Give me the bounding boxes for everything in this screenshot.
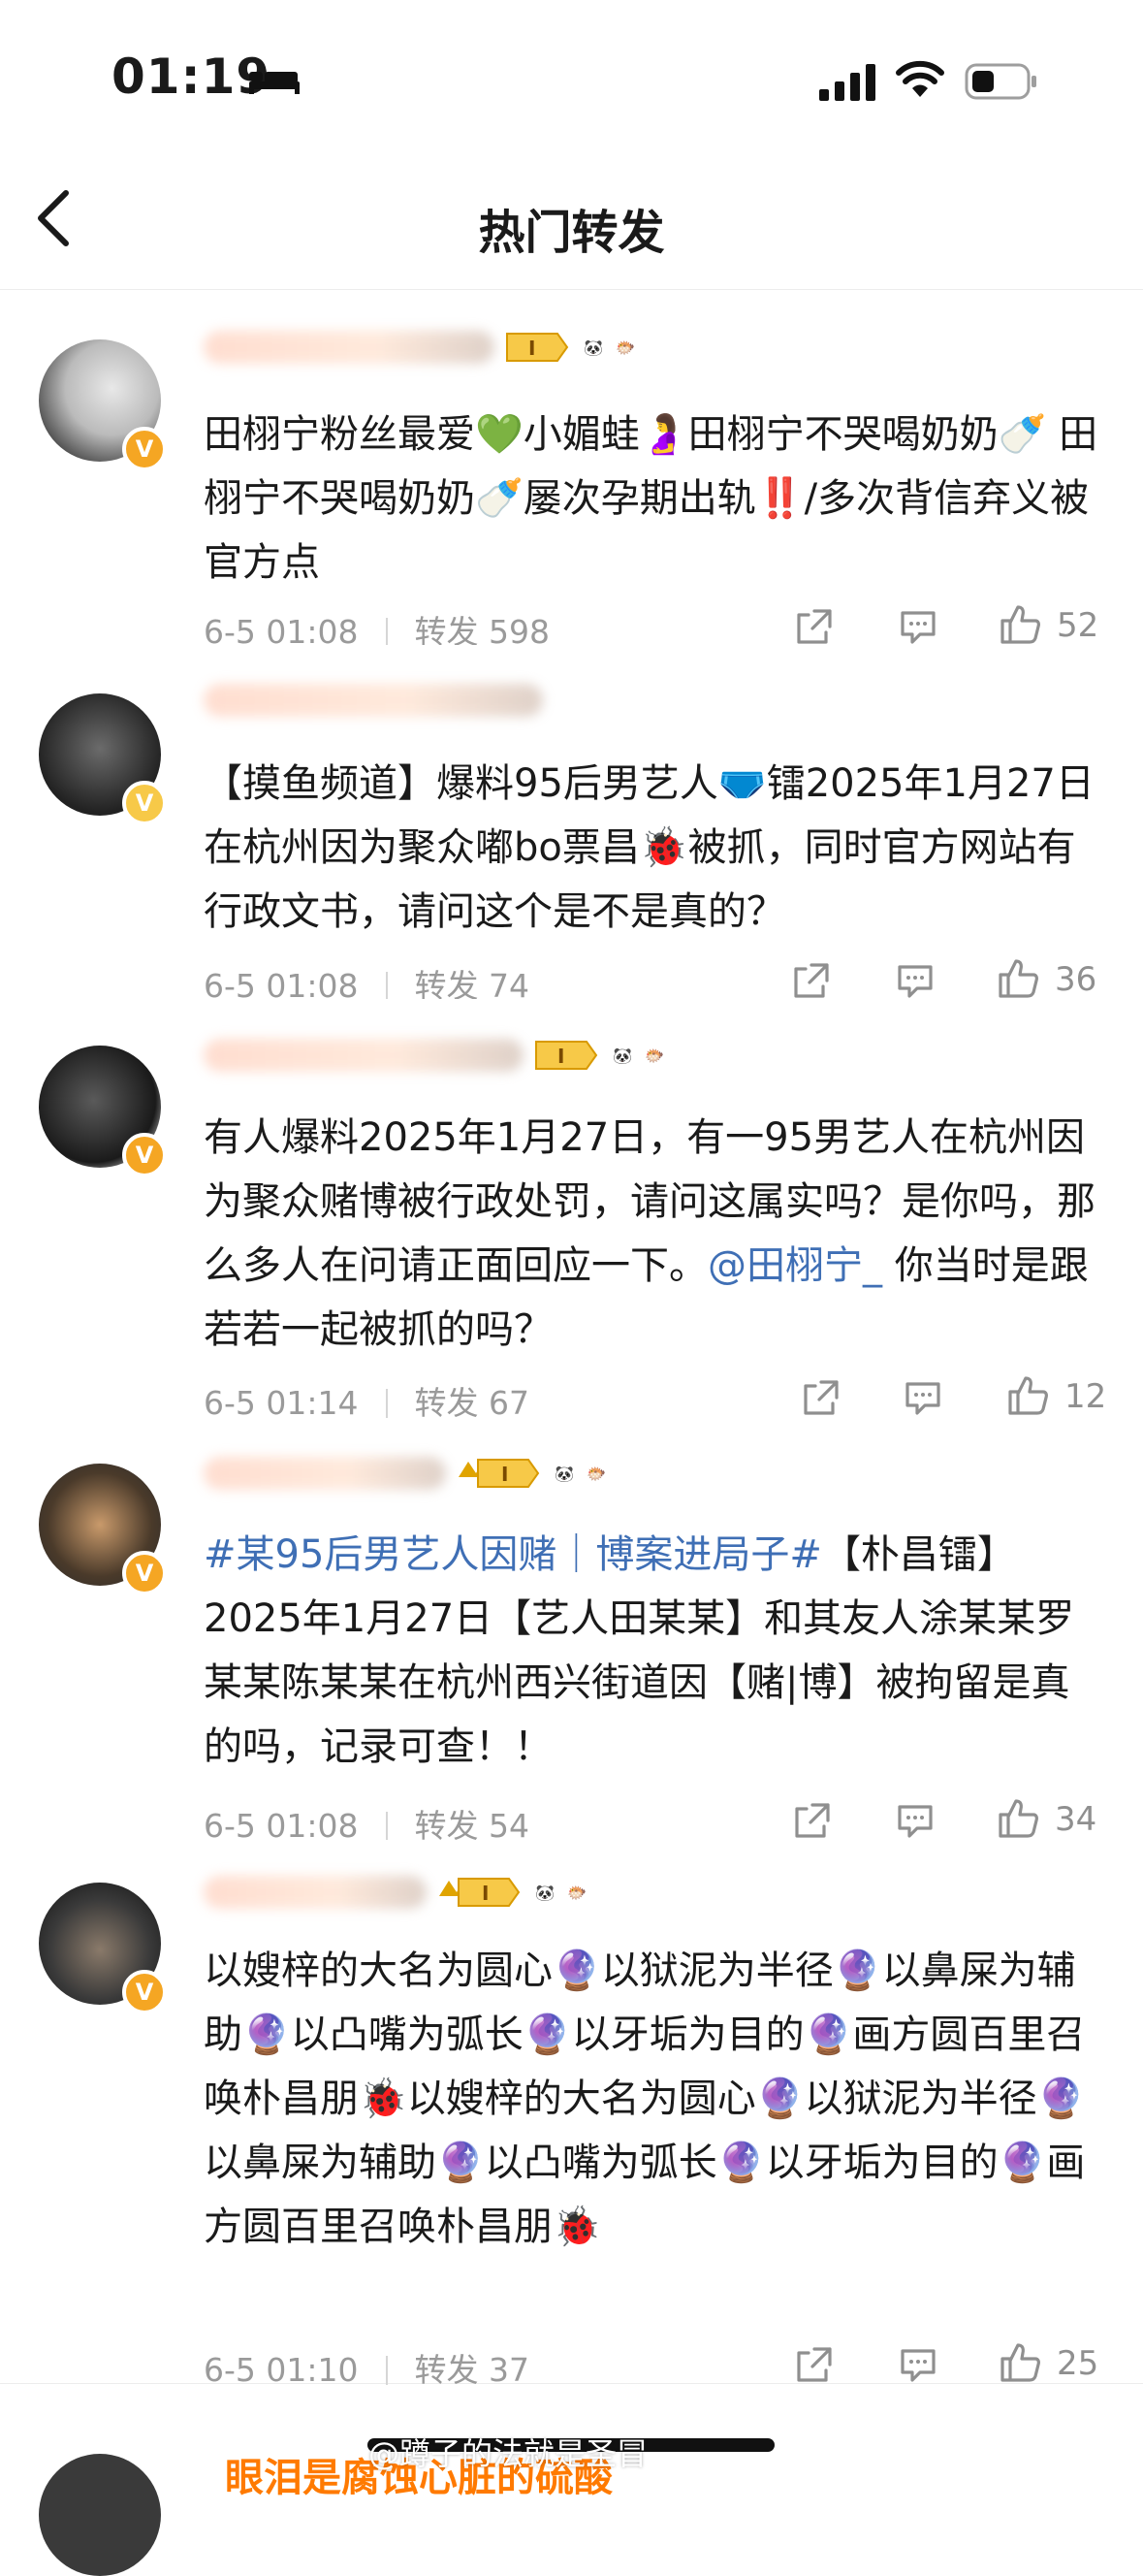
divider [385, 1389, 388, 1418]
wifi-icon [896, 60, 944, 97]
status-bar: 01:19 [0, 0, 1143, 145]
like-count: 36 [1055, 960, 1097, 999]
panda-icon: 🐼 [584, 338, 604, 357]
verified-badge: V [122, 1970, 167, 2014]
list-item[interactable]: V I 🐼 🐡 有人爆料2025年1月27日，有一95男艺人在杭州因为聚众赌博被… [0, 999, 1143, 1422]
previous-item-edge [0, 281, 1143, 290]
list-item[interactable]: V I 🐼 🐡 #某95后男艺人因赌｜博案进局子#【朴昌镭】2025年1月27日… [0, 1419, 1143, 1845]
panda-icon: 🐼 [555, 1464, 575, 1483]
list-item[interactable]: V I 🐼 🐡 田栩宁粉丝最爱💚小媚蛙🤰田栩宁不哭喝奶奶🍼 田栩宁不哭喝奶奶🍼屡… [0, 291, 1143, 651]
post-meta: 6-5 01:10 转发 37 [204, 2344, 529, 2391]
like-count: 52 [1057, 606, 1099, 645]
avatar-next-item[interactable] [39, 2454, 161, 2576]
verified-badge: V [122, 781, 167, 825]
repost-label: 转发 [414, 2351, 479, 2389]
svg-text:I: I [482, 1882, 489, 1905]
share-icon[interactable] [790, 957, 833, 1004]
post-content[interactable]: 【摸鱼频道】爆料95后男艺人🩲镭2025年1月27日在杭州因为聚众嘟bo票昌🐞被… [204, 752, 1105, 944]
post-time: 6-5 01:10 [204, 2351, 359, 2389]
share-icon[interactable] [793, 603, 836, 650]
svg-text:I: I [528, 337, 535, 360]
panda-icon: 🐼 [535, 1883, 556, 1902]
puffer-fish-icon: 🐡 [567, 1883, 587, 1902]
repost-count: 67 [489, 1384, 529, 1422]
puffer-fish-icon: 🐡 [587, 1464, 607, 1483]
divider [385, 618, 388, 647]
level-badge-icon: I [535, 1041, 598, 1070]
bed-icon [249, 72, 300, 94]
nav-bar: 热门转发 [0, 145, 1143, 281]
username-blurred[interactable]: I 🐼 🐡 [204, 1038, 664, 1086]
level-badge-icon: I [439, 1878, 521, 1907]
post-meta: 6-5 01:14 转发 67 [204, 1377, 529, 1424]
username-blurred[interactable]: I 🐼 🐡 [204, 1454, 606, 1502]
repost-count: 37 [489, 2351, 529, 2389]
svg-text:I: I [557, 1045, 564, 1068]
like-icon[interactable] [1004, 1372, 1051, 1419]
post-content[interactable]: 以嫂梓的大名为圆心🔮以狱泥为半径🔮以鼻屎为辅助🔮以凸嘴为弧长🔮以牙垢为目的🔮画方… [204, 1939, 1105, 2259]
post-content[interactable]: 田栩宁粉丝最爱💚小媚蛙🤰田栩宁不哭喝奶奶🍼 田栩宁不哭喝奶奶🍼屡次孕期出轨‼️/… [204, 402, 1105, 595]
signal-icon [819, 64, 875, 101]
post-content[interactable]: 有人爆料2025年1月27日，有一95男艺人在杭州因为聚众赌博被行政处罚，请问这… [204, 1106, 1105, 1362]
username-blurred[interactable]: I 🐼 🐡 [204, 1873, 587, 1921]
battery-icon [965, 63, 1036, 100]
like-icon[interactable] [997, 601, 1043, 648]
username-blurred[interactable] [204, 684, 543, 732]
level-badge-icon: I [506, 333, 569, 362]
divider [385, 1812, 388, 1841]
divider [385, 2356, 388, 2385]
comment-icon[interactable] [897, 2341, 939, 2388]
share-icon[interactable] [791, 1797, 834, 1844]
repost-label: 转发 [414, 1384, 479, 1422]
divider [385, 972, 388, 1001]
like-count: 12 [1064, 1377, 1107, 1416]
mention-link[interactable]: @田栩宁_ [708, 1243, 882, 1288]
list-item[interactable]: V 【摸鱼频道】爆料95后男艺人🩲镭2025年1月27日在杭州因为聚众嘟bo票昌… [0, 645, 1143, 1005]
verified-badge: V [122, 1551, 167, 1595]
verified-badge: V [122, 1133, 167, 1177]
puffer-fish-icon: 🐡 [616, 338, 636, 357]
comment-icon[interactable] [897, 603, 939, 650]
verified-badge: V [122, 427, 167, 471]
comment-icon[interactable] [902, 1374, 944, 1421]
like-count: 34 [1055, 1800, 1097, 1839]
like-icon[interactable] [995, 955, 1041, 1002]
like-count: 25 [1057, 2344, 1099, 2383]
comment-icon[interactable] [894, 1797, 937, 1844]
puffer-fish-icon: 🐡 [645, 1046, 665, 1065]
list-item[interactable]: V I 🐼 🐡 以嫂梓的大名为圆心🔮以狱泥为半径🔮以鼻屎为辅助🔮以凸嘴为弧长🔮以… [0, 1840, 1143, 2389]
repost-list: V I 🐼 🐡 田栩宁粉丝最爱💚小媚蛙🤰田栩宁不哭喝奶奶🍼 田栩宁不哭喝奶奶🍼屡… [0, 281, 1143, 2479]
like-icon[interactable] [995, 1795, 1041, 1842]
like-icon[interactable] [997, 2339, 1043, 2386]
watermark: @蹲子的法就是圣冒 [368, 2435, 649, 2472]
username-blurred[interactable]: I 🐼 🐡 [204, 330, 635, 378]
comment-icon[interactable] [894, 957, 937, 1004]
panda-icon: 🐼 [613, 1046, 633, 1065]
svg-text:I: I [501, 1463, 508, 1486]
share-icon[interactable] [800, 1374, 842, 1421]
topic-hashtag-link[interactable]: #某95后男艺人因赌｜博案进局子# [204, 1532, 822, 1577]
post-content[interactable]: #某95后男艺人因赌｜博案进局子#【朴昌镭】2025年1月27日【艺人田某某】和… [204, 1523, 1105, 1779]
level-badge-icon: I [459, 1459, 540, 1488]
share-icon[interactable] [793, 2341, 836, 2388]
page-title: 热门转发 [478, 206, 665, 260]
post-time: 6-5 01:14 [204, 1384, 359, 1422]
